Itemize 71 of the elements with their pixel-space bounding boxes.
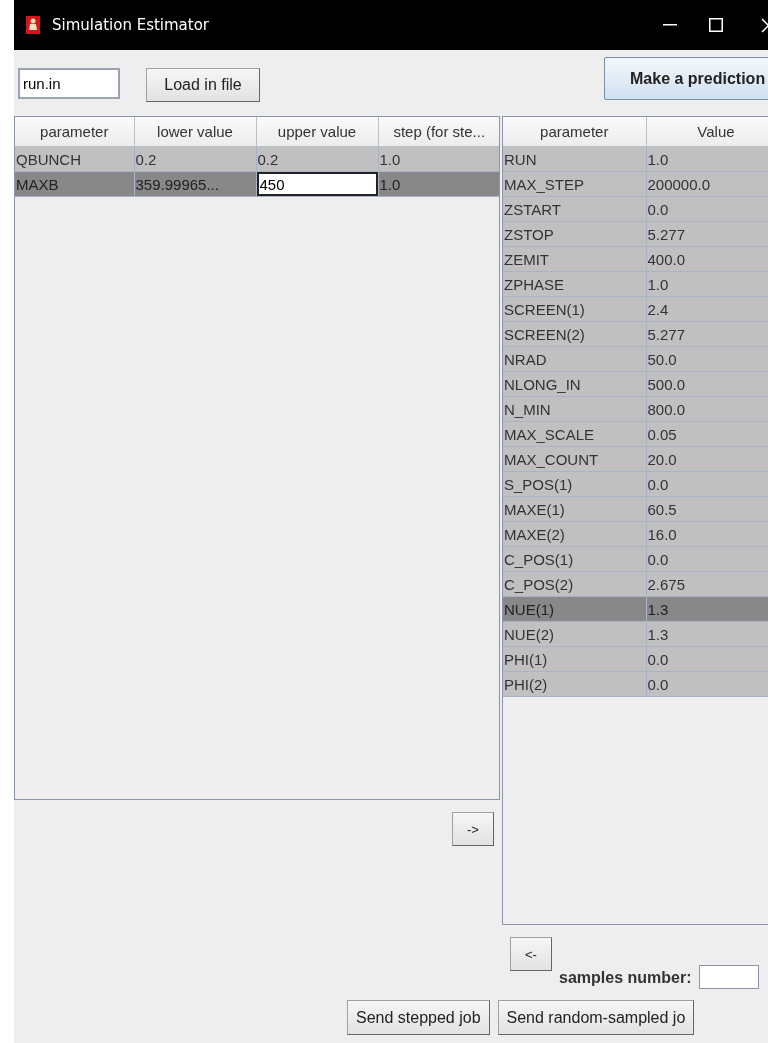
table-cell: C_POS(2) bbox=[504, 575, 574, 593]
table-cell: ZSTART bbox=[504, 200, 561, 218]
maximize-icon[interactable] bbox=[709, 18, 723, 32]
remove-button[interactable]: <- bbox=[510, 937, 552, 971]
table-cell: 0.0 bbox=[647, 650, 669, 668]
table-cell: 800.0 bbox=[647, 400, 686, 418]
table-cell: 1.3 bbox=[647, 600, 669, 618]
table-cell: ZSTOP bbox=[504, 225, 554, 243]
table-cell: NUE(1) bbox=[504, 600, 554, 618]
table-cell: N_MIN bbox=[504, 400, 551, 418]
table-cell: 20.0 bbox=[647, 450, 677, 468]
predict-button[interactable]: Make a prediction bbox=[604, 57, 768, 100]
table-cell: 5.277 bbox=[647, 225, 686, 243]
table-cell: ZEMIT bbox=[504, 250, 549, 268]
table-cell: 1.0 bbox=[647, 150, 669, 168]
minimize-icon[interactable] bbox=[663, 24, 677, 26]
table-cell: 1.3 bbox=[647, 625, 669, 643]
table-cell: 2.675 bbox=[647, 575, 686, 593]
table-cell: 60.5 bbox=[647, 500, 677, 518]
column-header[interactable]: step (for ste... bbox=[378, 117, 499, 147]
column-header[interactable]: Value bbox=[646, 117, 768, 147]
table-cell: PHI(2) bbox=[504, 675, 548, 693]
load-button[interactable]: Load in file bbox=[146, 68, 260, 102]
file-field[interactable]: run.in bbox=[18, 68, 120, 99]
table-cell: 0.05 bbox=[647, 425, 677, 443]
table-cell: 0.0 bbox=[647, 550, 669, 568]
table-cell: 5.277 bbox=[647, 325, 686, 343]
table-cell: NRAD bbox=[504, 350, 547, 368]
send-job-button[interactable]: Send random-sampled jo bbox=[497, 1000, 695, 1035]
table-cell: 0.2 bbox=[135, 150, 157, 168]
samples-label: samples number: bbox=[559, 969, 692, 987]
table-cell: 1.0 bbox=[647, 275, 669, 293]
table-cell: S_POS(1) bbox=[504, 475, 573, 493]
table-cell: 0.0 bbox=[647, 475, 669, 493]
window-title: Simulation Estimator bbox=[52, 16, 210, 34]
table-cell: NLONG_IN bbox=[504, 375, 581, 393]
table-cell: 0.2 bbox=[257, 150, 279, 168]
column-header[interactable]: upper value bbox=[256, 117, 378, 147]
table-cell: SCREEN(1) bbox=[504, 300, 585, 318]
add-button[interactable]: -> bbox=[452, 812, 494, 846]
table-cell: PHI(1) bbox=[504, 650, 548, 668]
table-cell: ZPHASE bbox=[504, 275, 564, 293]
table-cell: 1.0 bbox=[379, 150, 401, 168]
column-header[interactable]: lower value bbox=[134, 117, 256, 147]
table-cell: 1.0 bbox=[379, 175, 401, 193]
app-icon bbox=[26, 16, 40, 34]
table-cell: MAXE(2) bbox=[504, 525, 565, 543]
send-job-button[interactable]: Send stepped job bbox=[347, 1000, 490, 1035]
table-cell: 200000.0 bbox=[647, 175, 711, 193]
table-cell: MAX_SCALE bbox=[504, 425, 595, 443]
samples-field[interactable] bbox=[699, 965, 760, 989]
column-header[interactable]: parameter bbox=[503, 117, 646, 147]
table-cell: 2.4 bbox=[647, 300, 669, 318]
table-cell: RUN bbox=[504, 150, 537, 168]
table-cell: 359.99965... bbox=[135, 175, 219, 193]
table-cell: 16.0 bbox=[647, 525, 677, 543]
table-cell: 500.0 bbox=[647, 375, 686, 393]
table-cell: 0.0 bbox=[647, 675, 669, 693]
table-cell: MAX_COUNT bbox=[504, 450, 599, 468]
table-cell: NUE(2) bbox=[504, 625, 554, 643]
table-cell: MAXE(1) bbox=[504, 500, 565, 518]
table-cell: MAX_STEP bbox=[504, 175, 585, 193]
table-cell: 400.0 bbox=[647, 250, 686, 268]
table-cell: C_POS(1) bbox=[504, 550, 574, 568]
cell-input[interactable]: 450 bbox=[256, 172, 377, 196]
table-cell: MAXB bbox=[16, 175, 59, 193]
column-header[interactable]: parameter bbox=[15, 117, 134, 147]
table-cell: SCREEN(2) bbox=[504, 325, 585, 343]
table-cell: 0.0 bbox=[647, 200, 669, 218]
table-cell: QBUNCH bbox=[16, 150, 81, 168]
table-cell: 50.0 bbox=[647, 350, 677, 368]
